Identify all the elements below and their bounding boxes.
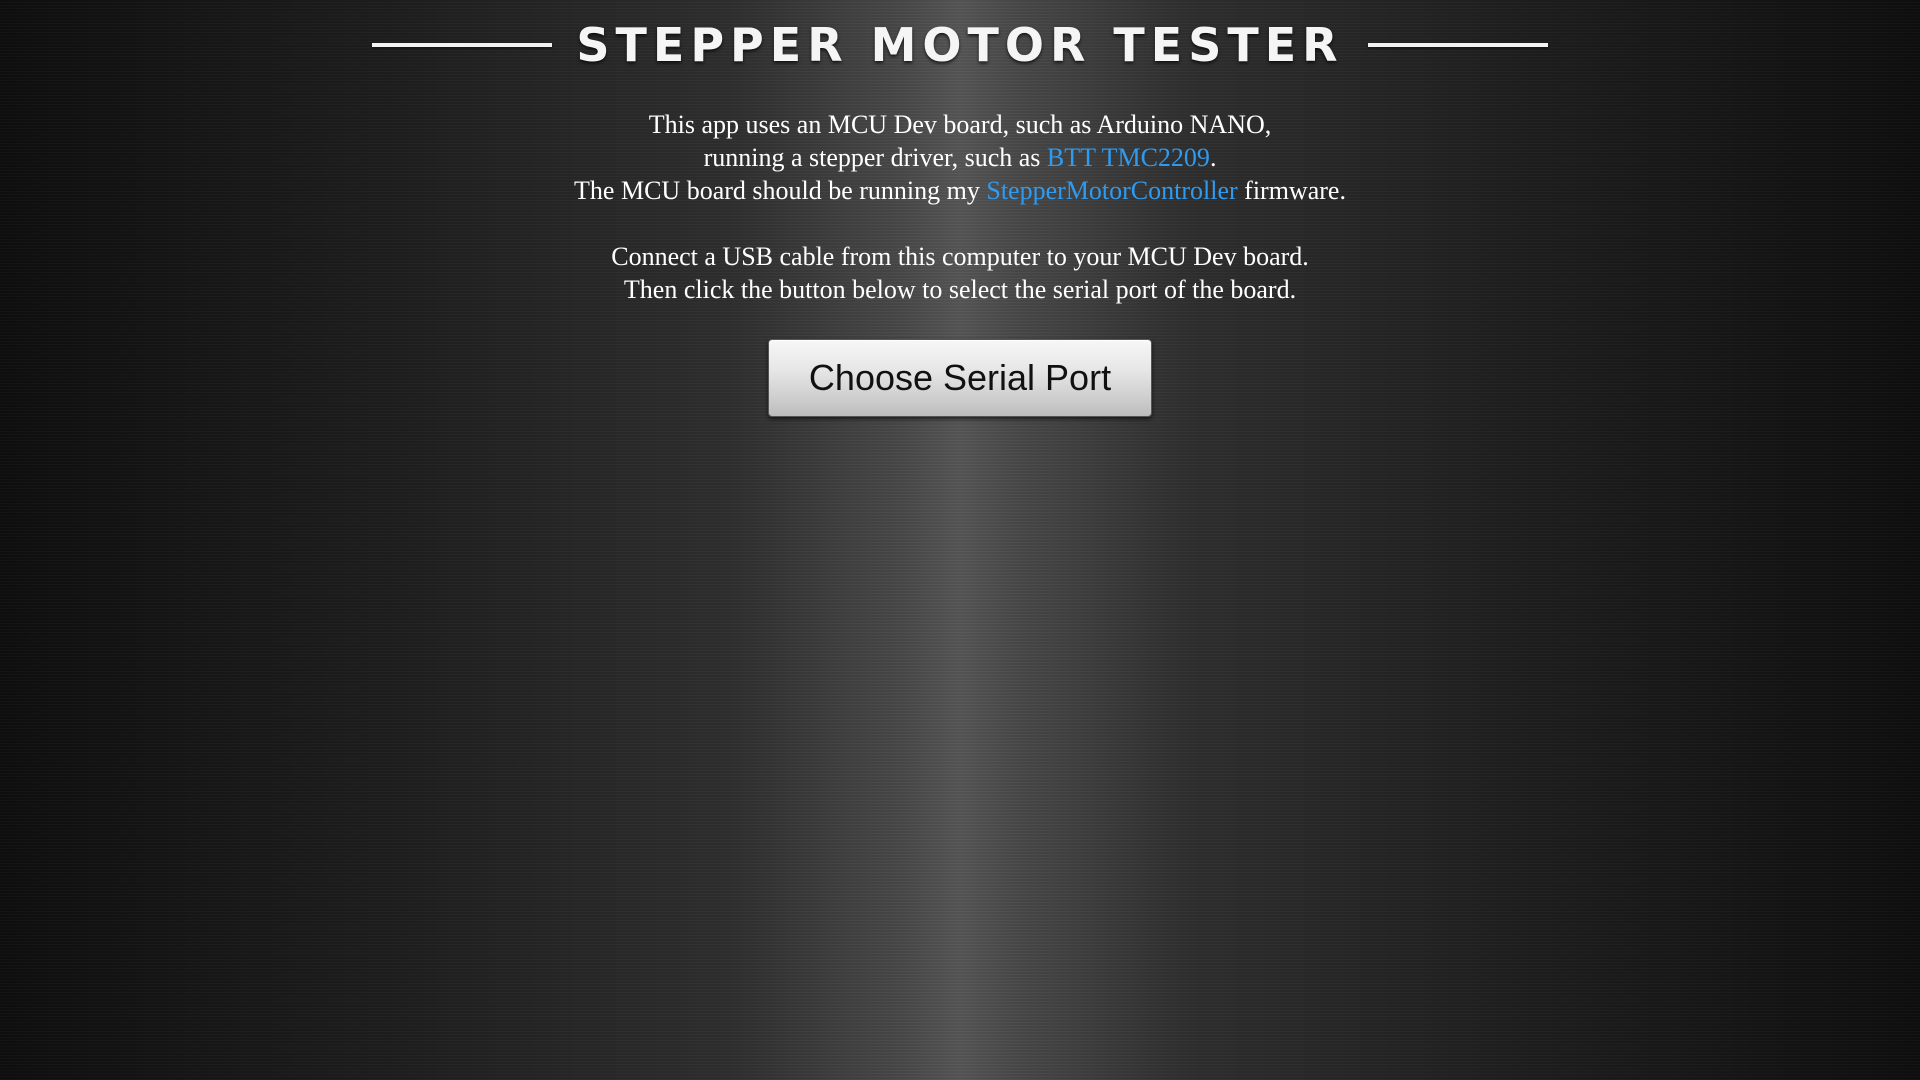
intro-line-2-prefix: running a stepper driver, such as (703, 143, 1047, 172)
intro-line-3: The MCU board should be running my Stepp… (0, 174, 1920, 207)
intro-line-4: Connect a USB cable from this computer t… (611, 242, 1309, 271)
intro-line-1: This app uses an MCU Dev board, such as … (648, 110, 1272, 139)
intro-line-2: running a stepper driver, such as BTT TM… (0, 141, 1920, 174)
title-left-rule (372, 43, 553, 47)
intro-line-3-suffix: firmware. (1237, 176, 1346, 205)
choose-serial-port-button[interactable]: Choose Serial Port (768, 339, 1152, 417)
stepper-motor-controller-link[interactable]: StepperMotorController (986, 176, 1237, 205)
title-right-rule (1367, 43, 1548, 47)
intro-spacer (0, 207, 1920, 240)
page-header: STEPPER MOTOR TESTER (0, 18, 1920, 72)
intro-line-5: Then click the button below to select th… (623, 275, 1297, 304)
page-title: STEPPER MOTOR TESTER (576, 18, 1344, 72)
button-container: Choose Serial Port (0, 339, 1920, 417)
btt-tmc2209-link[interactable]: BTT TMC2209 (1047, 143, 1210, 172)
intro-line-3-prefix: The MCU board should be running my (574, 176, 987, 205)
intro-line-2-suffix: . (1209, 143, 1217, 172)
intro-text: This app uses an MCU Dev board, such as … (0, 108, 1920, 306)
